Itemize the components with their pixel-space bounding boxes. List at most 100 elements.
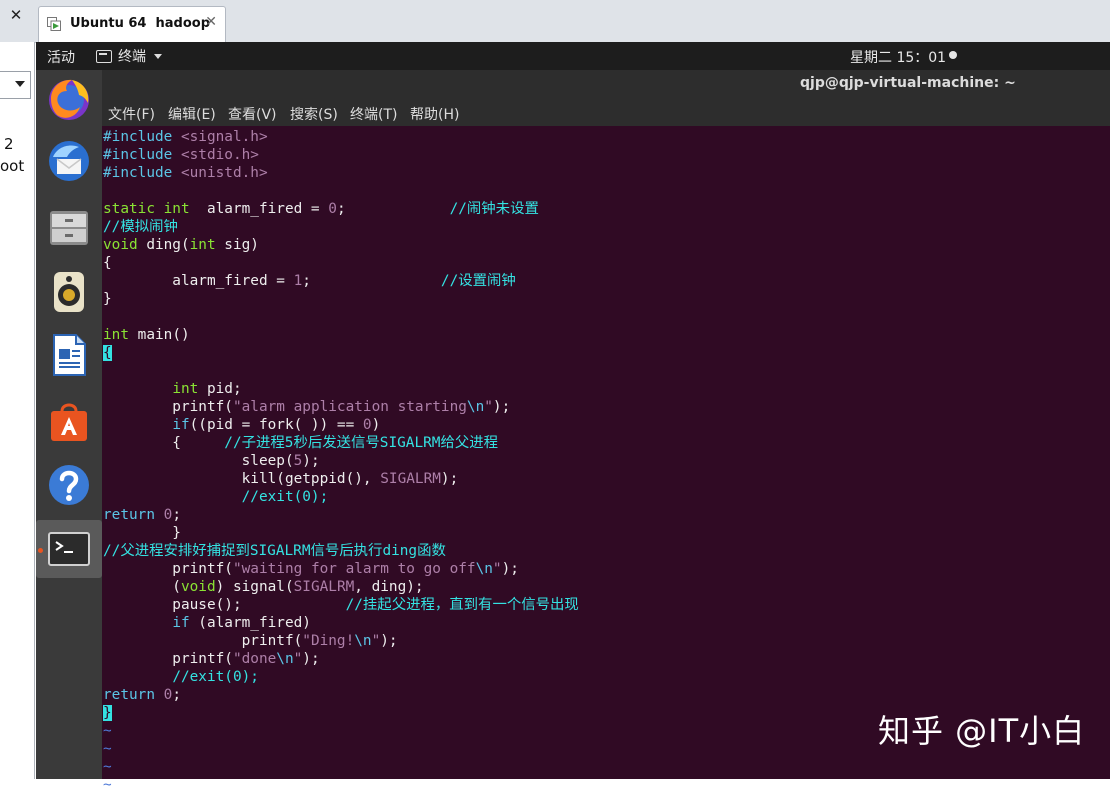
code-token: "waiting for alarm to go off	[232, 561, 476, 577]
code-token: //exit(0);	[241, 489, 329, 505]
host-tab-bar: ✕ Ubuntu 64 hadoop ✕	[0, 0, 1110, 43]
code-editor-text: #include <signal.h> #include <stdio.h> #in…	[103, 128, 579, 794]
app-menu-label: 终端	[118, 49, 146, 65]
code-token: //挂起父进程，直到有一个信号出现	[345, 597, 579, 613]
code-token: //模拟闹钟	[103, 219, 178, 235]
code-token: #include	[103, 129, 181, 145]
menu-search[interactable]: 搜索(S)	[290, 104, 338, 124]
code-token: (	[103, 579, 181, 595]
code-line: //父进程安排好捕捉到SIGALRM信号后执行ding函数	[103, 542, 579, 560]
dock-item-help[interactable]	[36, 456, 102, 514]
code-line: //模拟闹钟	[103, 218, 579, 236]
code-token: #include	[103, 165, 181, 181]
host-text-fragment: 2	[4, 135, 14, 153]
code-token: void	[103, 237, 138, 253]
code-token: //设置闹钟	[440, 273, 516, 289]
code-token: }	[103, 291, 112, 307]
code-line: }	[103, 704, 579, 722]
code-line: pause(); //挂起父进程，直到有一个信号出现	[103, 596, 579, 614]
code-token: {	[103, 255, 112, 271]
code-line: kill(getppid(), SIGALRM);	[103, 470, 579, 488]
code-line: sleep(5);	[103, 452, 579, 470]
code-token: "	[293, 651, 303, 667]
code-token: 0	[362, 417, 372, 433]
writer-icon	[53, 334, 86, 376]
menu-edit[interactable]: 编辑(E)	[168, 104, 216, 124]
code-token: alarm_fired =	[103, 273, 294, 289]
code-token: ) signal(	[215, 579, 294, 595]
clock[interactable]: 星期二 15：01	[850, 47, 946, 67]
vm-icon	[47, 17, 61, 31]
code-token: if	[172, 615, 190, 631]
dock-item-files[interactable]	[36, 198, 102, 256]
window-title: qjp@qjp-virtual-machine: ~	[800, 75, 1016, 91]
code-line: printf("alarm application starting\n");	[103, 398, 579, 416]
code-line: //exit(0);	[103, 488, 579, 506]
ubuntu-top-bar: 活动 终端 星期二 15：01	[36, 42, 1110, 70]
code-line: ~	[103, 740, 579, 758]
code-token: 5	[293, 453, 303, 469]
code-line: static int alarm_fired = 0; //闹钟未设置	[103, 200, 579, 218]
code-token: SIGALRM	[293, 579, 355, 595]
code-line: printf("Ding!\n");	[103, 632, 579, 650]
code-line: }	[103, 524, 579, 542]
code-token: );	[302, 453, 320, 469]
code-line: printf("done\n");	[103, 650, 579, 668]
running-indicator	[38, 548, 43, 553]
code-token: (alarm_fired)	[189, 615, 311, 631]
host-dropdown[interactable]	[0, 71, 31, 99]
code-token: <unistd.h>	[180, 165, 268, 181]
code-line: printf("waiting for alarm to go off\n");	[103, 560, 579, 578]
code-line: alarm_fired = 1; //设置闹钟	[103, 272, 579, 290]
code-token: ;	[302, 273, 441, 289]
code-token: if	[172, 417, 190, 433]
code-token: ~	[103, 723, 112, 739]
activities-button[interactable]: 活动	[47, 47, 75, 67]
code-token: ;	[336, 201, 450, 217]
terminal-content[interactable]: #include <signal.h> #include <stdio.h> #in…	[102, 126, 1110, 793]
vm-tab[interactable]: Ubuntu 64 hadoop ✕	[38, 6, 226, 43]
code-token: //exit(0);	[172, 669, 259, 685]
dock-item-software[interactable]	[36, 392, 102, 450]
dock-item-terminal[interactable]	[36, 520, 102, 578]
code-token: \n	[276, 651, 294, 667]
code-token: sig)	[215, 237, 259, 253]
terminal-menubar: 文件(F) 编辑(E) 查看(V) 搜索(S) 终端(T) 帮助(H)	[102, 98, 1110, 126]
menu-help[interactable]: 帮助(H)	[410, 104, 459, 124]
code-line: int pid;	[103, 380, 579, 398]
code-token: kill(getppid(),	[103, 471, 381, 487]
dock-item-thunderbird[interactable]	[36, 132, 102, 190]
menu-file[interactable]: 文件(F)	[108, 104, 155, 124]
terminal-titlebar[interactable]: qjp@qjp-virtual-machine: ~	[102, 70, 1110, 98]
vm-tab-label: Ubuntu 64 hadoop	[70, 16, 211, 31]
menu-terminal[interactable]: 终端(T)	[350, 104, 397, 124]
code-token: );	[492, 399, 511, 415]
code-line: //exit(0);	[103, 668, 579, 686]
code-token: {	[103, 435, 225, 451]
host-close-icon[interactable]: ✕	[6, 5, 26, 25]
software-center-icon	[51, 403, 87, 441]
code-token: ;	[172, 507, 181, 523]
code-token: //闹钟未设置	[449, 201, 539, 217]
code-token: alarm_fired =	[189, 201, 329, 217]
dock-item-writer[interactable]	[36, 326, 102, 384]
app-menu[interactable]: 终端	[96, 46, 162, 66]
code-line: ~	[103, 722, 579, 740]
code-token: "alarm application starting	[232, 399, 467, 415]
code-token: SIGALRM	[380, 471, 441, 487]
code-line: int main()	[103, 326, 579, 344]
code-token: \n	[466, 399, 485, 415]
code-token: "	[371, 633, 381, 649]
tab-close-icon[interactable]: ✕	[205, 14, 217, 30]
code-token: ~	[103, 759, 112, 775]
menu-view[interactable]: 查看(V)	[228, 104, 277, 124]
rhythmbox-icon	[54, 272, 84, 312]
dock-item-firefox[interactable]	[36, 70, 102, 128]
dock-item-rhythmbox[interactable]	[36, 262, 102, 320]
